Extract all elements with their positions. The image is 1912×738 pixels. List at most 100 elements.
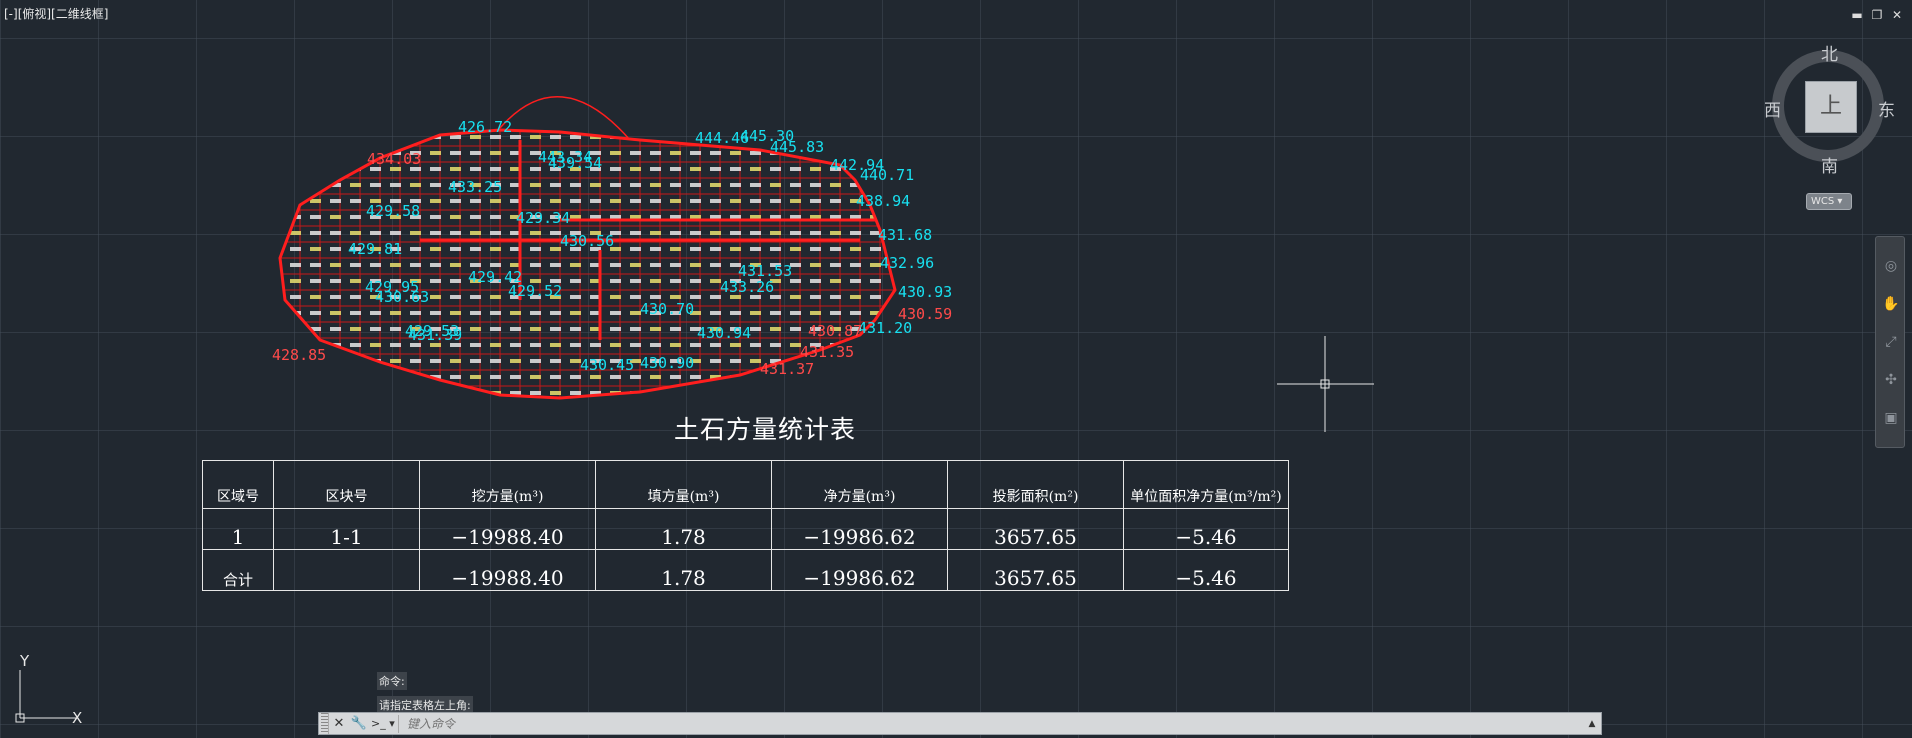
close-icon[interactable]: ✕ bbox=[329, 714, 349, 734]
grid-cell-text bbox=[730, 183, 741, 187]
showmotion-icon[interactable]: ▣ bbox=[1882, 409, 1900, 427]
grid-cell-text bbox=[530, 375, 541, 379]
grid-cell-text bbox=[450, 151, 461, 155]
grid-cell-text bbox=[610, 279, 621, 283]
grid-cell-text bbox=[450, 167, 461, 171]
grid-cell-text bbox=[830, 151, 841, 155]
elevation-label: 426.72 bbox=[458, 118, 512, 136]
grid-cell-text bbox=[770, 343, 781, 347]
grid-cell-text bbox=[450, 375, 461, 379]
grid-cell-text bbox=[290, 199, 301, 203]
grid-cell-text bbox=[350, 359, 361, 363]
grid-cell-text bbox=[490, 327, 501, 331]
viewcube-top-face[interactable]: 上 bbox=[1805, 81, 1857, 133]
grid-cell-text bbox=[650, 247, 661, 251]
grid-cell-text bbox=[470, 327, 481, 331]
grid-cell-text bbox=[710, 391, 721, 395]
grid-cell-text bbox=[310, 135, 321, 139]
grid-cell-text bbox=[730, 199, 741, 203]
grid-cell-text bbox=[530, 359, 541, 363]
grid-cell-text bbox=[310, 279, 321, 283]
table-cell bbox=[273, 549, 420, 591]
grid-cell-text bbox=[490, 247, 501, 251]
grid-cell-text bbox=[290, 135, 301, 139]
table-row: 1 1-1 −19988.40 1.78 −19986.62 3657.65 −… bbox=[202, 508, 1289, 550]
earthwork-statistics-table[interactable]: 区域号 区块号 挖方量(m³) 填方量(m³) 净方量(m³) 投影面积(m²)… bbox=[202, 460, 1289, 591]
grid-cell-text bbox=[290, 167, 301, 171]
grid-cell-text bbox=[690, 231, 701, 235]
grid-cell-text bbox=[630, 215, 641, 219]
grid-cell-text bbox=[550, 327, 561, 331]
grid-cell-text bbox=[710, 199, 721, 203]
grid-cell-text bbox=[410, 375, 421, 379]
grid-cell-text bbox=[350, 215, 361, 219]
grid-cell-text bbox=[590, 199, 601, 203]
grid-cell-text bbox=[690, 343, 701, 347]
grid-cell-text bbox=[410, 231, 421, 235]
grid-cell-text bbox=[370, 183, 381, 187]
pan-icon[interactable]: ✋ bbox=[1882, 295, 1900, 313]
grid-cell-text bbox=[310, 151, 321, 155]
grid-cell-text bbox=[630, 151, 641, 155]
grid-cell-text bbox=[790, 311, 801, 315]
grid-cell-text bbox=[310, 295, 321, 299]
grid-cell-text bbox=[850, 295, 861, 299]
grid-cell-text bbox=[790, 295, 801, 299]
grid-cell-text bbox=[390, 135, 401, 139]
table-cell: 1.78 bbox=[595, 508, 772, 550]
grid-cell-text bbox=[690, 375, 701, 379]
grid-cell-text bbox=[730, 359, 741, 363]
command-line-grip[interactable] bbox=[321, 713, 329, 734]
grid-cell-text bbox=[810, 279, 821, 283]
grid-cell-text bbox=[830, 135, 841, 139]
grid-cell-text bbox=[710, 247, 721, 251]
drawing-canvas[interactable]: 426.72434.03 439.54443.34444.46445.30445.… bbox=[0, 0, 1912, 738]
grid-cell-text bbox=[810, 263, 821, 267]
grid-cell-text bbox=[650, 327, 661, 331]
grid-cell-text bbox=[670, 391, 681, 395]
grid-cell-text bbox=[750, 343, 761, 347]
recent-commands-button[interactable]: >_ ▾ bbox=[371, 714, 399, 733]
compass-south[interactable]: 南 bbox=[1821, 152, 1838, 177]
grid-cell-text bbox=[530, 183, 541, 187]
grid-cell-text bbox=[450, 215, 461, 219]
grid-cell-text bbox=[470, 343, 481, 347]
grid-cell-text bbox=[350, 375, 361, 379]
grid-cell-text bbox=[370, 391, 381, 395]
grid-cell-text bbox=[670, 167, 681, 171]
compass-west[interactable]: 西 bbox=[1764, 96, 1781, 121]
steering-wheel-icon[interactable]: ◎ bbox=[1882, 257, 1900, 275]
wcs-menu-button[interactable]: WCS ▾ bbox=[1806, 193, 1852, 210]
orbit-icon[interactable]: ✣ bbox=[1882, 371, 1900, 389]
grid-cell-text bbox=[550, 311, 561, 315]
header-cell: 单位面积净方量(m³/m²) bbox=[1123, 460, 1289, 509]
grid-cell-text bbox=[450, 263, 461, 267]
grid-cell-text bbox=[550, 343, 561, 347]
viewcube[interactable]: 上 北 南 西 东 bbox=[1760, 36, 1896, 177]
grid-cell-text bbox=[870, 359, 881, 363]
grid-cell-text bbox=[430, 183, 441, 187]
zoom-icon[interactable]: ⤢ bbox=[1882, 333, 1900, 351]
model-space-viewport[interactable]: [-][俯视][二维线框] ▬ ❐ ✕ 426.72 434.03 439.54 44… bbox=[0, 0, 1912, 738]
grid-cell-text bbox=[530, 263, 541, 267]
grid-cell-text bbox=[730, 343, 741, 347]
grid-cell-text bbox=[610, 327, 621, 331]
table-cell: −5.46 bbox=[1123, 549, 1289, 591]
grid-cell-text bbox=[790, 167, 801, 171]
compass-north[interactable]: 北 bbox=[1821, 40, 1838, 65]
grid-cell-text bbox=[770, 167, 781, 171]
grid-cell-text bbox=[850, 135, 861, 139]
grid-cell-text bbox=[290, 391, 301, 395]
crosshair-cursor bbox=[1277, 336, 1374, 432]
compass-east[interactable]: 东 bbox=[1878, 96, 1895, 121]
grid-cell-text bbox=[770, 247, 781, 251]
grid-cell-text bbox=[710, 151, 721, 155]
grid-cell-text bbox=[730, 231, 741, 235]
grid-cell-text bbox=[370, 375, 381, 379]
grid-cell-text bbox=[570, 391, 581, 395]
grid-cell-text bbox=[530, 343, 541, 347]
customize-icon[interactable]: 🔧 bbox=[349, 714, 369, 734]
command-input[interactable] bbox=[399, 714, 1583, 733]
grid-cell-text bbox=[710, 311, 721, 315]
expand-history-icon[interactable]: ▲ bbox=[1583, 719, 1601, 729]
